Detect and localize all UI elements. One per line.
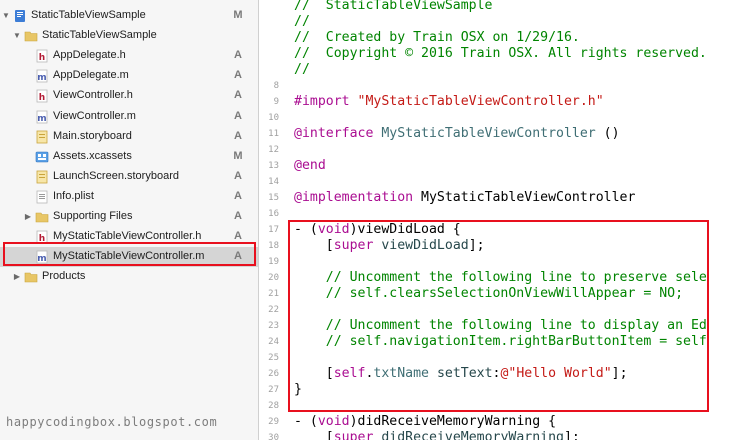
plist-file-icon xyxy=(35,190,49,204)
source-control-status-badge: A xyxy=(234,49,242,62)
viewdidload-highlight-box xyxy=(288,220,709,412)
code-line[interactable]: // xyxy=(294,62,310,77)
selected-file-highlight-box xyxy=(3,242,256,266)
disclosure-closed-icon[interactable]: ▶ xyxy=(23,212,33,221)
code-line[interactable]: - (void)didReceiveMemoryWarning { xyxy=(294,414,556,429)
line-number: 11 xyxy=(268,129,279,139)
source-control-status-badge: A xyxy=(234,169,242,182)
navigator-file-row[interactable]: h AppDelegate.h A xyxy=(0,46,258,66)
navigator-file-row[interactable]: Info.plist A xyxy=(0,187,258,207)
source-control-status-badge: M xyxy=(233,9,243,21)
m-file-icon: m xyxy=(35,110,49,124)
folder-file-icon xyxy=(35,210,49,224)
h-file-icon: h xyxy=(35,89,49,103)
navigator-item-label: StaticTableViewSample xyxy=(31,9,146,21)
source-control-status-badge: A xyxy=(234,69,242,82)
navigator-folder-row[interactable]: ▶ Supporting Files A xyxy=(0,207,258,227)
storyboard-file-icon xyxy=(35,130,49,144)
source-control-status-badge: A xyxy=(234,230,242,243)
navigator-file-row[interactable]: m ViewController.m A xyxy=(0,107,258,127)
navigator-item-label: Supporting Files xyxy=(53,210,133,222)
line-number: 18 xyxy=(268,241,279,251)
navigator-item-label: Info.plist xyxy=(53,189,94,202)
line-number: 20 xyxy=(268,273,279,283)
line-number: 17 xyxy=(268,225,279,235)
navigator-item-label: StaticTableViewSample xyxy=(42,29,157,42)
code-line[interactable]: // Copyright © 2016 Train OSX. All right… xyxy=(294,46,707,61)
code-line[interactable]: [super didReceiveMemoryWarning]; xyxy=(294,430,580,440)
disclosure-closed-icon[interactable]: ▶ xyxy=(12,272,22,281)
navigator-item-label: Products xyxy=(42,270,86,283)
source-control-status-badge: A xyxy=(234,189,242,202)
source-control-status-badge: A xyxy=(234,129,242,142)
navigator-file-row[interactable]: m AppDelegate.m A xyxy=(0,66,258,86)
navigator-item-label: ViewController.h xyxy=(53,89,133,102)
svg-text:m: m xyxy=(37,73,46,83)
line-number: 30 xyxy=(268,433,279,440)
line-number: 12 xyxy=(268,145,279,155)
disclosure-open-icon[interactable]: ▼ xyxy=(12,31,22,40)
navigator-item-label: Main.storyboard xyxy=(53,129,132,142)
assets-file-icon xyxy=(35,150,49,164)
navigator-item-label: AppDelegate.h xyxy=(53,49,126,62)
svg-text:h: h xyxy=(39,53,45,63)
navigator-item-label: Assets.xcassets xyxy=(53,149,132,162)
navigator-file-row[interactable]: h ViewController.h A xyxy=(0,86,258,106)
navigator-item-label: AppDelegate.m xyxy=(53,69,129,82)
line-number: 14 xyxy=(268,177,279,187)
line-number-gutter: 8 9 10 11 12 13 14 15 16 17 18 19 20 21 22 23 24 25 26 27 28… xyxy=(259,0,285,440)
h-file-icon: h xyxy=(35,49,49,63)
source-control-status-badge: M xyxy=(233,149,243,162)
line-number: 25 xyxy=(268,353,279,363)
line-number: 8 xyxy=(273,81,279,91)
svg-text:m: m xyxy=(37,114,46,124)
navigator-file-row[interactable]: Main.storyboard A xyxy=(0,127,258,147)
folder-file-icon xyxy=(24,270,38,284)
navigator-file-row[interactable]: LaunchScreen.storyboard A xyxy=(0,167,258,187)
code-line[interactable]: @interface MyStaticTableViewController (… xyxy=(294,126,620,141)
svg-text:h: h xyxy=(39,93,45,103)
m-file-icon: m xyxy=(35,69,49,83)
watermark-text: happycodingbox.blogspot.com xyxy=(6,415,218,429)
project-file-icon xyxy=(13,9,27,23)
navigator-item-label: LaunchScreen.storyboard xyxy=(53,169,179,182)
line-number: 16 xyxy=(268,209,279,219)
code-line[interactable]: // StaticTableViewSample xyxy=(294,0,493,13)
project-navigator: ▼ StaticTableViewSample M ▼ StaticTableViewS… xyxy=(0,0,259,440)
line-number: 13 xyxy=(268,161,279,171)
code-line[interactable]: @implementation MyStaticTableViewControl… xyxy=(294,190,635,205)
code-line[interactable]: // Created by Train OSX on 1/29/16. xyxy=(294,30,580,45)
line-number: 29 xyxy=(268,417,279,427)
source-control-status-badge: A xyxy=(234,89,242,102)
storyboard-file-icon xyxy=(35,170,49,184)
code-line[interactable]: @end xyxy=(294,158,326,173)
folder-file-icon xyxy=(24,29,38,43)
line-number: 9 xyxy=(273,97,279,107)
line-number: 27 xyxy=(268,385,279,395)
source-control-status-badge: A xyxy=(234,210,242,222)
navigator-folder-row[interactable]: ▶ Products xyxy=(0,267,258,287)
line-number: 24 xyxy=(268,337,279,347)
code-line[interactable]: // xyxy=(294,14,310,29)
source-control-status-badge: A xyxy=(234,109,242,122)
line-number: 10 xyxy=(268,113,279,123)
navigator-item-label: ViewController.m xyxy=(53,109,136,122)
line-number: 26 xyxy=(268,369,279,379)
navigator-item-label: MyStaticTableViewController.h xyxy=(53,230,202,243)
navigator-folder-row[interactable]: ▼ StaticTableViewSample xyxy=(0,26,258,46)
line-number: 22 xyxy=(268,305,279,315)
line-number: 19 xyxy=(268,257,279,267)
line-number: 21 xyxy=(268,289,279,299)
line-number: 23 xyxy=(268,321,279,331)
disclosure-open-icon[interactable]: ▼ xyxy=(1,11,11,20)
navigator-file-row[interactable]: ▼ StaticTableViewSample M xyxy=(0,6,258,26)
line-number: 15 xyxy=(268,193,279,203)
line-number: 28 xyxy=(268,401,279,411)
navigator-file-row[interactable]: Assets.xcassets M xyxy=(0,147,258,167)
code-line[interactable]: #import "MyStaticTableViewController.h" xyxy=(294,94,604,109)
